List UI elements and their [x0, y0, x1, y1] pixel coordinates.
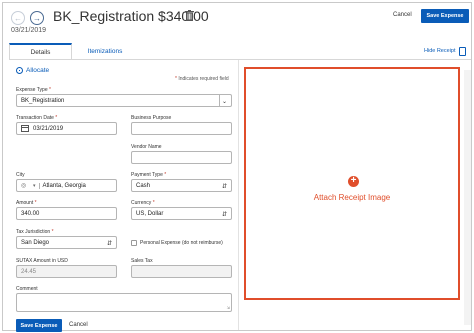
- business-purpose-field[interactable]: [131, 122, 232, 135]
- arrow-right-icon: →: [33, 13, 41, 23]
- transaction-date-label: Transaction Date *: [16, 115, 58, 121]
- currency-label: Currency *: [131, 200, 155, 206]
- chevron-updown-icon: ⇵: [221, 212, 227, 218]
- receipt-panel-icon[interactable]: [459, 47, 466, 56]
- amount-label: Amount *: [16, 200, 37, 206]
- currency-select[interactable]: US, Dollar ⇵: [131, 207, 232, 220]
- save-expense-button-bottom[interactable]: Save Expense: [16, 319, 62, 332]
- expense-type-select[interactable]: BK_Registration ⌄: [16, 94, 232, 107]
- receipt-dropzone[interactable]: + Attach Receipt Image: [244, 67, 460, 300]
- city-label: City: [16, 172, 25, 178]
- amount-field[interactable]: 340.00: [16, 207, 117, 220]
- expense-date: 03/21/2019: [11, 27, 47, 34]
- expense-window: ← → BK_Registration $340.00 03/21/2019 C…: [2, 2, 472, 332]
- tax-jurisdiction-select[interactable]: San Diego ⇵: [16, 236, 117, 249]
- allocate-link[interactable]: Allocate: [16, 67, 49, 74]
- trash-icon[interactable]: [185, 10, 194, 21]
- chevron-down-icon: ⌄: [221, 99, 227, 105]
- comment-textarea[interactable]: ⇲: [16, 293, 232, 312]
- payment-type-label: Payment Type *: [131, 172, 167, 178]
- tax-jurisdiction-label: Tax Jurisdiction *: [16, 229, 54, 235]
- sales-tax-label: Sales Tax: [131, 258, 153, 264]
- hide-receipt-link[interactable]: Hide Receipt: [424, 48, 456, 54]
- expense-type-label: Expense Type *: [16, 87, 51, 93]
- chevron-updown-icon: ⇵: [106, 241, 112, 247]
- required-note: * Indicates required field: [175, 76, 229, 82]
- business-purpose-label: Business Purpose: [131, 115, 172, 121]
- vendor-name-field[interactable]: [131, 151, 232, 164]
- arrow-left-icon: ←: [14, 13, 22, 23]
- panel-divider: [238, 60, 239, 330]
- transaction-date-field[interactable]: 03/21/2019: [16, 122, 117, 135]
- sales-tax-field: [131, 265, 232, 278]
- tab-details[interactable]: Details: [9, 43, 72, 60]
- personal-expense-checkbox[interactable]: [131, 240, 137, 246]
- resize-handle-icon[interactable]: ⇲: [227, 305, 230, 310]
- allocate-icon: [16, 67, 23, 74]
- chevron-updown-icon: ⇵: [221, 184, 227, 190]
- payment-type-select[interactable]: Cash ⇵: [131, 179, 232, 192]
- sutax-label: SUTAX Amount in USD: [16, 258, 68, 264]
- cancel-button[interactable]: Cancel: [393, 12, 412, 18]
- city-field[interactable]: ◎ ▾ Atlanta, Georgia: [16, 179, 117, 192]
- tabs-divider: [9, 59, 471, 60]
- cancel-button-bottom[interactable]: Cancel: [69, 322, 88, 328]
- caret-down-icon[interactable]: ▾: [33, 182, 40, 189]
- vendor-name-label: Vendor Name: [131, 144, 162, 150]
- location-icon: ◎: [21, 183, 27, 189]
- personal-expense-label: Personal Expense (do not reimburse): [140, 240, 223, 246]
- scrollbar[interactable]: [464, 70, 471, 325]
- attach-receipt-label[interactable]: Attach Receipt Image: [246, 193, 458, 202]
- plus-circle-icon[interactable]: +: [348, 176, 359, 187]
- save-expense-button[interactable]: Save Expense: [421, 9, 469, 23]
- forward-button[interactable]: →: [30, 11, 44, 25]
- calendar-icon[interactable]: [21, 125, 29, 132]
- tab-itemizations[interactable]: Itemizations: [75, 43, 135, 60]
- expense-type-value: BK_Registration: [21, 97, 65, 104]
- allocate-label: Allocate: [26, 67, 50, 74]
- sutax-field: 24.45: [16, 265, 117, 278]
- comment-label: Comment: [16, 286, 38, 292]
- back-button[interactable]: ←: [11, 11, 25, 25]
